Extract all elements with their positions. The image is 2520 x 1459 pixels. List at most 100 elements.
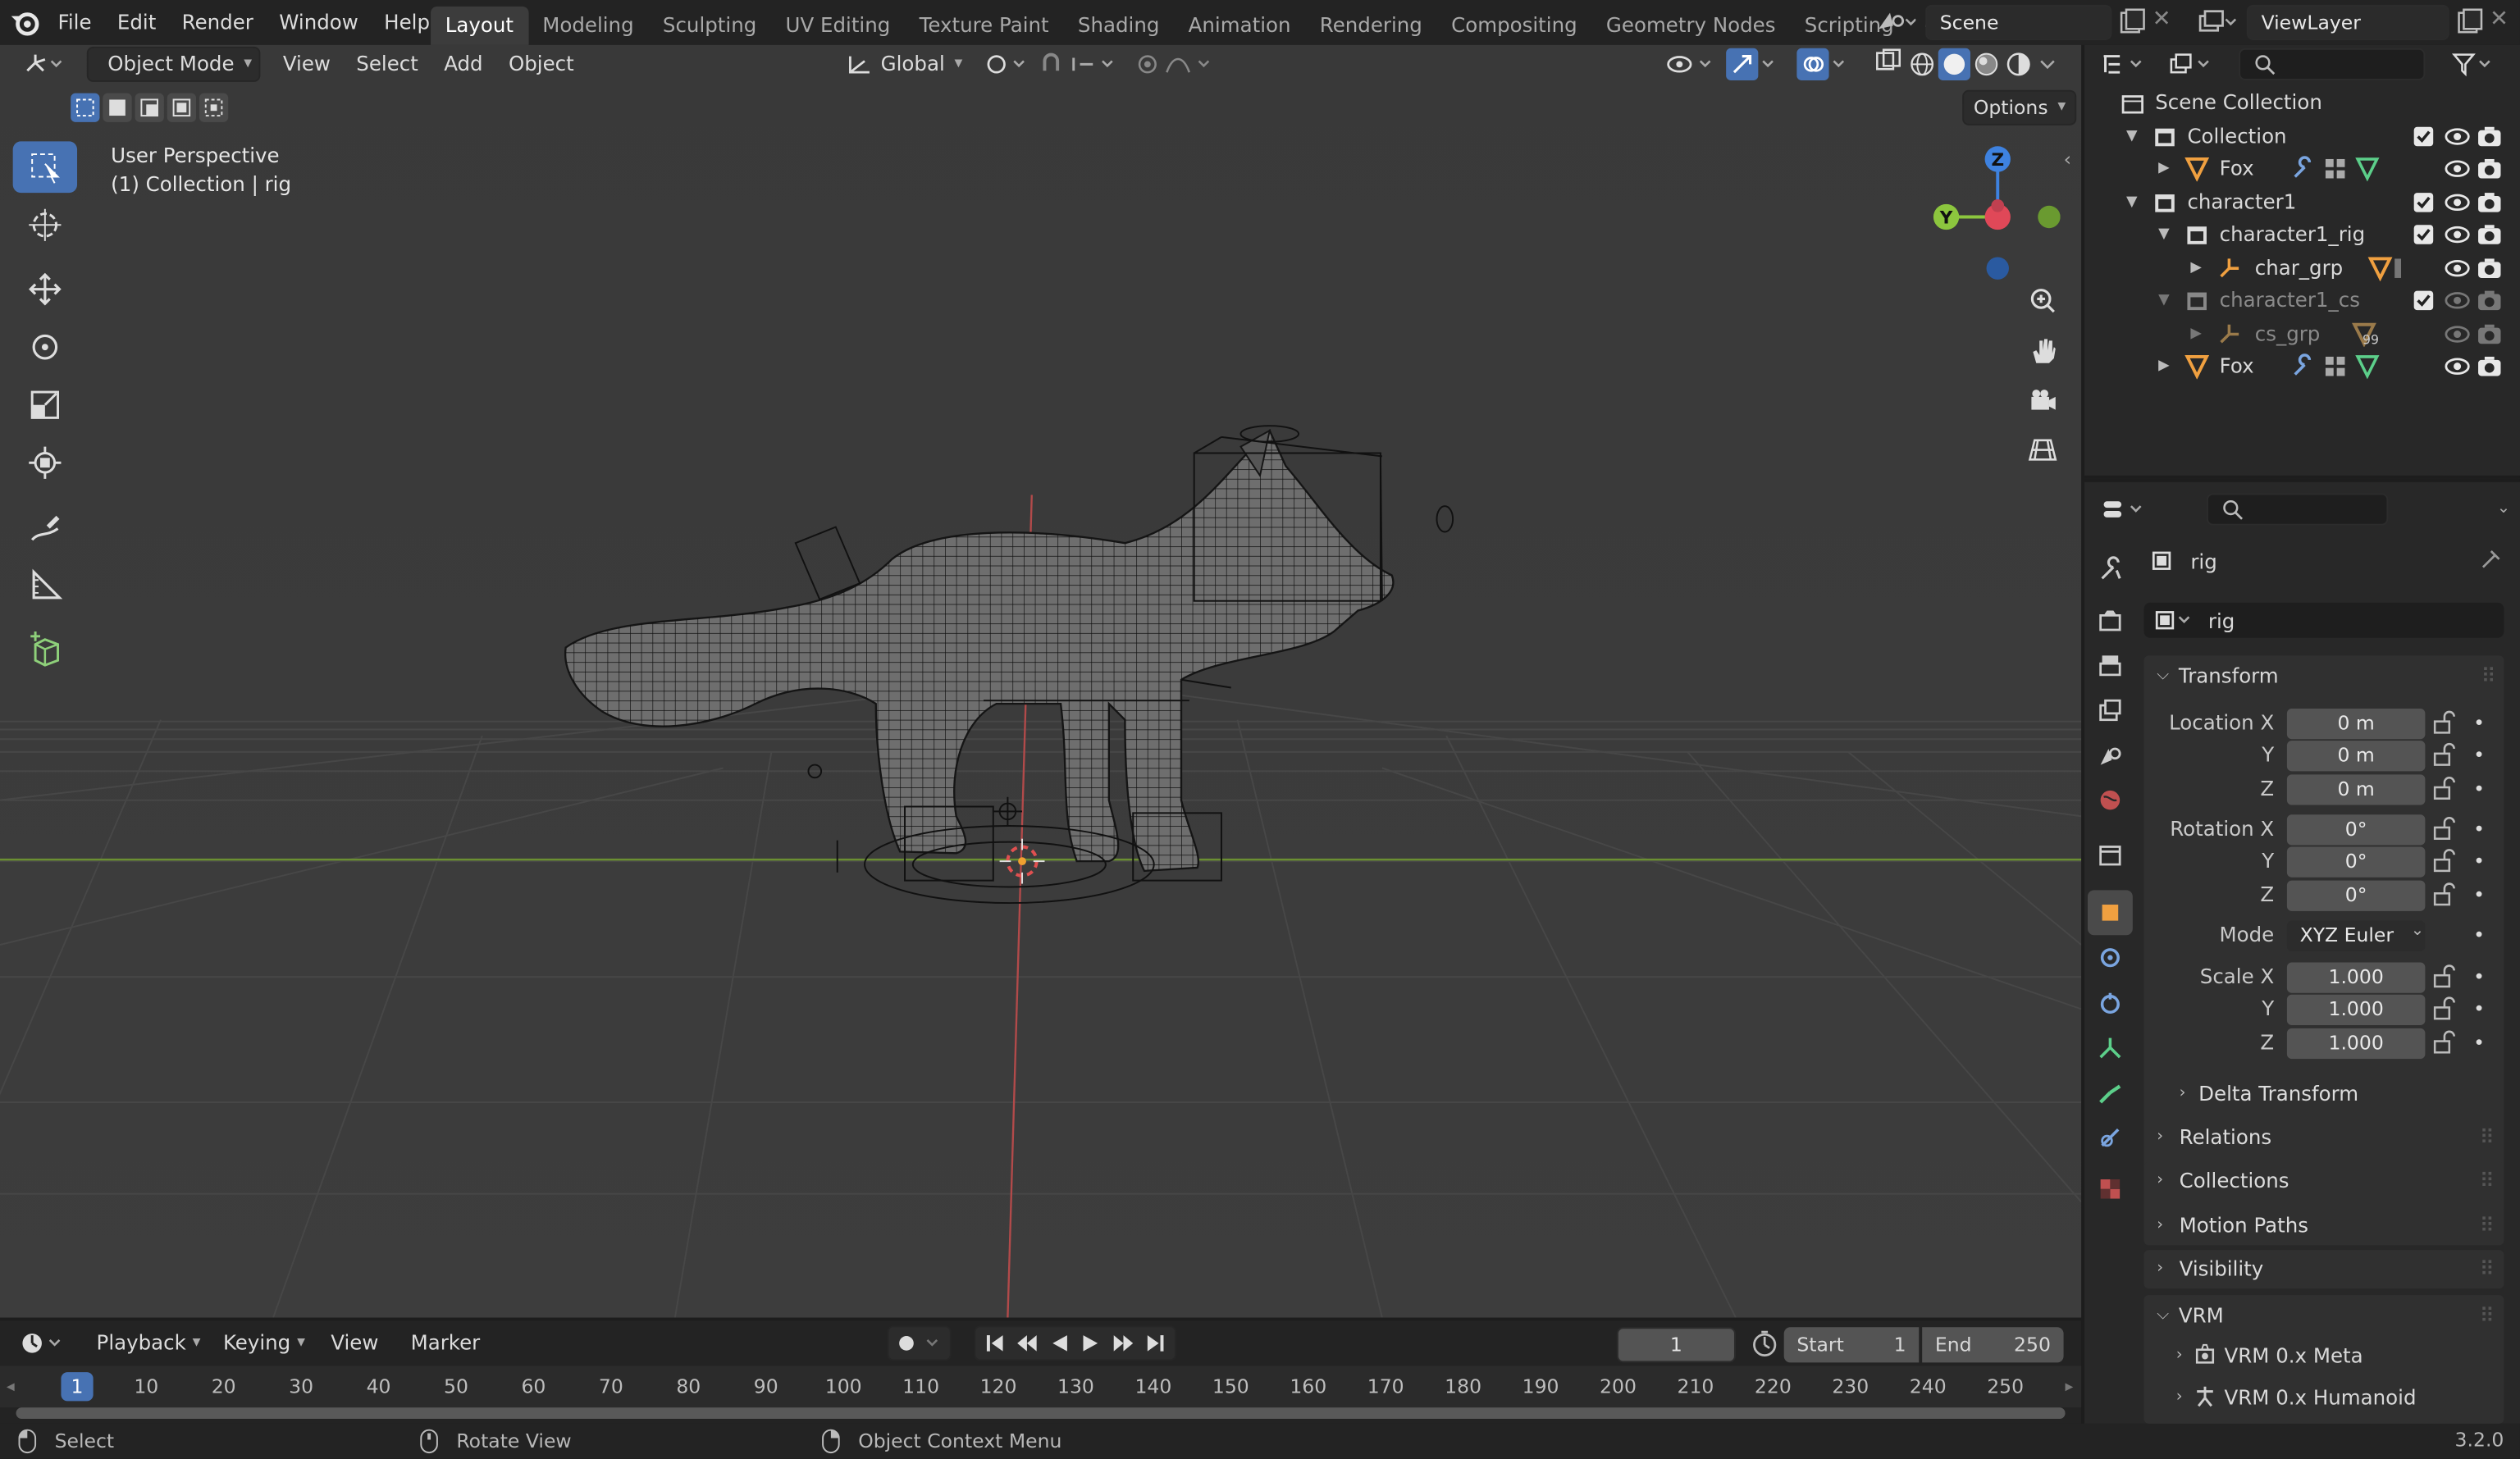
scale-tool[interactable] — [13, 379, 77, 431]
render-camera-icon[interactable] — [2477, 257, 2502, 279]
lock-icon[interactable] — [2431, 710, 2457, 736]
rotation-z-field[interactable]: 0° — [2286, 880, 2426, 911]
location-x-field[interactable]: 0 m — [2286, 708, 2426, 740]
outliner-search-input[interactable] — [2239, 48, 2426, 80]
collections-panel[interactable]: › Collections ⠿ — [2143, 1161, 2504, 1201]
expand-arrow-icon[interactable]: ▼ — [2158, 285, 2170, 317]
properties-editor-type-button[interactable] — [2091, 492, 2158, 527]
end-frame-field[interactable]: End 250 — [1922, 1327, 2064, 1363]
navigation-gizmo[interactable]: Z Y — [1925, 141, 2061, 285]
cursor-tool[interactable] — [13, 199, 77, 251]
tab-modeling[interactable]: Modeling — [528, 7, 649, 45]
camera-view-icon[interactable] — [2022, 379, 2064, 421]
start-frame-field[interactable]: Start 1 — [1783, 1327, 1920, 1363]
ruler-right-arrow-icon[interactable]: ▸ — [2066, 1379, 2074, 1397]
view-layer-name-field[interactable]: ViewLayer — [2246, 4, 2449, 40]
keyframe-dot-icon[interactable]: • — [2473, 813, 2485, 845]
scene-selector[interactable]: Scene ✕ — [1874, 4, 2175, 40]
expand-arrow-icon[interactable]: ▼ — [2158, 218, 2170, 250]
shading-options-icon[interactable] — [2034, 48, 2060, 80]
visibility-panel[interactable]: › Visibility ⠿ — [2143, 1250, 2504, 1289]
menu-keying[interactable]: Keying ▾ — [213, 1325, 314, 1361]
snap-toggle[interactable] — [1029, 47, 1138, 82]
wireframe-shading-icon[interactable] — [1906, 48, 1938, 80]
expand-arrow-icon[interactable]: ▼ — [2126, 121, 2138, 153]
new-scene-icon[interactable] — [2115, 7, 2147, 39]
tab-uv-editing[interactable]: UV Editing — [771, 7, 905, 45]
modifier-wrench-icon[interactable] — [2290, 353, 2316, 379]
rotation-mode-dropdown[interactable]: XYZ Euler — [2286, 920, 2426, 951]
drag-handle-icon[interactable]: ⠿ — [2480, 1302, 2495, 1326]
lock-icon[interactable] — [2431, 742, 2457, 768]
location-z-field[interactable]: 0 m — [2286, 774, 2426, 805]
vertex-groups-icon[interactable] — [2322, 156, 2348, 181]
frame-ruler[interactable]: 1 10 20 30 40 50 60 70 80 90 100 110 120 130 140 150 160… — [0, 1366, 2082, 1408]
render-camera-icon[interactable] — [2477, 355, 2502, 377]
vrm-meta-subpanel[interactable]: › VRM 0.x Meta — [2176, 1337, 2363, 1372]
play-reverse-icon[interactable] — [1043, 1329, 1075, 1357]
lock-icon[interactable] — [2431, 996, 2457, 1022]
location-y-field[interactable]: 0 m — [2286, 741, 2426, 772]
keyframe-dot-icon[interactable]: • — [2473, 707, 2485, 739]
render-camera-icon[interactable] — [2477, 290, 2502, 312]
timeline-editor-type-button[interactable] — [10, 1325, 77, 1361]
outliner-editor-type-button[interactable] — [2091, 47, 2158, 82]
annotate-tool[interactable] — [13, 501, 77, 553]
mode-dropdown[interactable]: Object Mode ▾ — [86, 46, 261, 82]
render-camera-icon[interactable] — [2477, 323, 2502, 345]
new-view-layer-icon[interactable] — [2453, 7, 2485, 39]
expand-arrow-icon[interactable]: ▶ — [2190, 318, 2202, 350]
gizmo-toggle[interactable] — [1716, 47, 1790, 82]
keyframe-dot-icon[interactable]: • — [2473, 993, 2485, 1025]
select-extend-icon[interactable] — [103, 93, 132, 122]
relations-panel[interactable]: › Relations ⠿ — [2143, 1118, 2504, 1157]
tab-layout[interactable]: Layout — [431, 6, 528, 45]
material-shading-icon[interactable] — [1970, 48, 2002, 80]
lock-icon[interactable] — [2431, 776, 2457, 801]
lock-icon[interactable] — [2431, 1030, 2457, 1055]
jump-keyframe-forward-icon[interactable] — [1107, 1329, 1139, 1357]
perspective-toggle-icon[interactable] — [2022, 429, 2064, 471]
viewport-menu-object[interactable]: Object — [499, 47, 583, 82]
menu-edit[interactable]: Edit — [104, 0, 169, 45]
expand-arrow-icon[interactable]: ▶ — [2158, 153, 2170, 185]
measure-tool[interactable] — [13, 559, 77, 611]
viewport-menu-select[interactable]: Select — [347, 47, 428, 82]
texture-tab-icon[interactable] — [2088, 1166, 2133, 1211]
transform-panel-header[interactable]: ⌵ Transform ⠿ — [2144, 655, 2504, 694]
expand-arrow-icon[interactable]: ▶ — [2158, 350, 2170, 382]
lock-icon[interactable] — [2431, 964, 2457, 990]
menu-render[interactable]: Render — [169, 0, 267, 45]
transform-tool[interactable] — [13, 437, 77, 489]
expand-arrow-icon[interactable]: ▶ — [2190, 253, 2202, 285]
tab-texture-paint[interactable]: Texture Paint — [905, 7, 1063, 45]
lock-icon[interactable] — [2431, 848, 2457, 873]
object-datablock-field[interactable]: rig — [2143, 602, 2504, 638]
tab-geometry-nodes[interactable]: Geometry Nodes — [1591, 7, 1790, 45]
render-tab-icon[interactable] — [2088, 598, 2133, 643]
visibility-eye-icon[interactable] — [2445, 125, 2470, 148]
modifier-wrench-icon[interactable] — [2290, 156, 2316, 181]
select-intersect-icon[interactable] — [199, 93, 229, 122]
render-camera-icon[interactable] — [2477, 223, 2502, 245]
exclude-checkbox-icon[interactable] — [2413, 290, 2435, 312]
blender-logo-icon[interactable] — [10, 7, 45, 39]
tab-rendering[interactable]: Rendering — [1305, 7, 1436, 45]
select-new-icon[interactable] — [71, 93, 100, 122]
rotation-y-field[interactable]: 0° — [2286, 846, 2426, 878]
lock-icon[interactable] — [2431, 882, 2457, 908]
mesh-data-icon[interactable] — [2354, 156, 2380, 182]
ruler-left-arrow-icon[interactable]: ◂ — [7, 1379, 15, 1397]
viewport-menu-add[interactable]: Add — [434, 47, 492, 82]
add-cube-tool[interactable] — [13, 623, 77, 675]
drag-handle-icon[interactable]: ⠿ — [2481, 663, 2496, 686]
child-objects-icon[interactable] — [2367, 256, 2403, 281]
pin-icon[interactable] — [2478, 546, 2507, 575]
rotate-tool[interactable] — [13, 321, 77, 373]
menu-file[interactable]: File — [45, 0, 104, 45]
menu-window[interactable]: Window — [267, 0, 372, 45]
drag-handle-icon[interactable]: ⠿ — [2480, 1161, 2495, 1200]
lock-icon[interactable] — [2431, 816, 2457, 841]
motion-paths-panel[interactable]: › Motion Paths ⠿ — [2143, 1206, 2504, 1246]
tab-animation[interactable]: Animation — [1174, 7, 1305, 45]
